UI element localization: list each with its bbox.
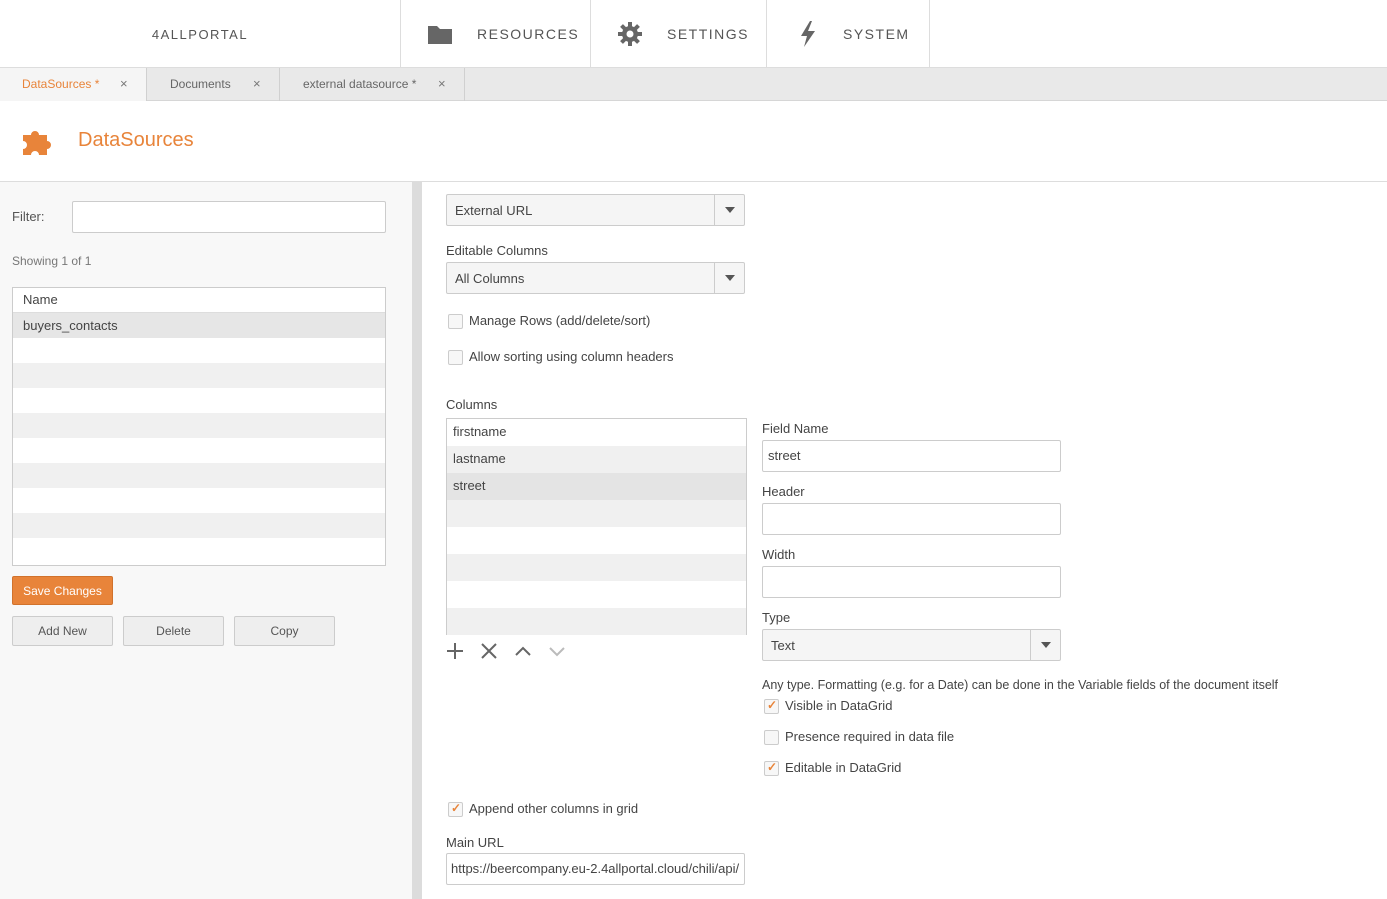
tab-label: external datasource * bbox=[303, 77, 417, 91]
tab-label: DataSources * bbox=[22, 77, 100, 91]
type-label: Type bbox=[762, 610, 791, 625]
append-columns-checkbox[interactable] bbox=[448, 801, 463, 817]
nav-system[interactable]: SYSTEM bbox=[767, 0, 930, 68]
source-type-value: External URL bbox=[455, 203, 533, 218]
columns-label: Columns bbox=[446, 397, 498, 412]
nav-resources[interactable]: RESOURCES bbox=[401, 0, 591, 68]
main-url-input[interactable]: https://beercompany.eu-2.4allportal.clou… bbox=[446, 853, 745, 885]
presence-required-label: Presence required in data file bbox=[785, 729, 955, 744]
type-select[interactable]: Text bbox=[762, 629, 1061, 661]
list-item[interactable]: lastname bbox=[447, 446, 746, 473]
tab-datasources[interactable]: DataSources * × bbox=[0, 68, 147, 101]
list-item-empty bbox=[447, 527, 746, 554]
list-item-empty bbox=[447, 554, 746, 581]
tab-external-datasource[interactable]: external datasource * × bbox=[280, 68, 465, 101]
manage-rows-label: Manage Rows (add/delete/sort) bbox=[469, 313, 651, 328]
showing-count: Showing 1 of 1 bbox=[12, 254, 92, 268]
editable-columns-select[interactable]: All Columns bbox=[446, 262, 745, 294]
header-input[interactable] bbox=[762, 503, 1061, 535]
header-label: Header bbox=[762, 484, 805, 499]
append-columns-label: Append other columns in grid bbox=[469, 801, 639, 816]
main-url-label: Main URL bbox=[446, 835, 504, 850]
chevron-down-icon[interactable] bbox=[714, 195, 744, 225]
gear-icon bbox=[617, 21, 643, 47]
brand-logo[interactable]: 4ALLPORTAL bbox=[0, 0, 401, 68]
move-down-icon[interactable] bbox=[546, 640, 568, 662]
list-item[interactable]: street bbox=[447, 473, 746, 500]
manage-rows-checkbox[interactable] bbox=[448, 314, 463, 329]
columns-list: firstname lastname street bbox=[446, 418, 747, 635]
field-name-label: Field Name bbox=[762, 421, 829, 436]
top-navigation: 4ALLPORTAL RESOURCES SETTINGS SYSTEM bbox=[0, 0, 1387, 68]
page-header: DataSources bbox=[0, 101, 1387, 182]
width-label: Width bbox=[762, 547, 796, 562]
table-row-empty bbox=[13, 488, 385, 513]
editable-columns-value: All Columns bbox=[455, 271, 525, 286]
table-row-empty bbox=[13, 338, 385, 363]
datasource-detail-panel: External URL Editable Columns All Column… bbox=[422, 182, 1387, 899]
puzzle-icon bbox=[20, 127, 56, 157]
table-row-empty bbox=[13, 463, 385, 488]
datasource-grid: Name buyers_contacts bbox=[12, 287, 386, 566]
list-item-empty bbox=[447, 608, 746, 635]
delete-button[interactable]: Delete bbox=[123, 616, 224, 646]
table-row-empty bbox=[13, 538, 385, 563]
close-icon[interactable]: × bbox=[120, 76, 128, 91]
chevron-down-icon[interactable] bbox=[714, 263, 744, 293]
table-row[interactable]: buyers_contacts bbox=[13, 313, 385, 338]
tab-label: Documents bbox=[170, 77, 231, 91]
source-type-select[interactable]: External URL bbox=[446, 194, 745, 226]
list-item-empty bbox=[447, 500, 746, 527]
allow-sorting-label: Allow sorting using column headers bbox=[469, 349, 674, 364]
folder-icon bbox=[427, 21, 453, 47]
filter-label: Filter: bbox=[12, 209, 45, 224]
table-row-empty bbox=[13, 388, 385, 413]
type-hint: Any type. Formatting (e.g. for a Date) c… bbox=[762, 678, 1279, 692]
table-row-empty bbox=[13, 413, 385, 438]
nav-system-label: SYSTEM bbox=[843, 26, 910, 42]
allow-sorting-checkbox[interactable] bbox=[448, 350, 463, 365]
table-row-empty bbox=[13, 513, 385, 538]
editable-columns-label: Editable Columns bbox=[446, 243, 548, 258]
list-item[interactable]: firstname bbox=[447, 419, 746, 446]
datasource-list-panel: Filter: Showing 1 of 1 Name buyers_conta… bbox=[0, 182, 412, 899]
tab-bar: DataSources * × Documents × external dat… bbox=[0, 68, 1387, 101]
tab-documents[interactable]: Documents × bbox=[147, 68, 280, 101]
nav-settings-label: SETTINGS bbox=[667, 26, 750, 42]
panel-splitter[interactable] bbox=[412, 182, 422, 899]
type-value: Text bbox=[771, 638, 795, 653]
lightning-icon bbox=[795, 21, 821, 47]
move-up-icon[interactable] bbox=[512, 640, 534, 662]
visible-in-datagrid-label: Visible in DataGrid bbox=[785, 698, 893, 713]
copy-button[interactable]: Copy bbox=[234, 616, 335, 646]
field-name-input[interactable]: street bbox=[762, 440, 1061, 472]
list-item-empty bbox=[447, 581, 746, 608]
filter-input[interactable] bbox=[72, 201, 386, 233]
table-row-empty bbox=[13, 438, 385, 463]
save-changes-button[interactable]: Save Changes bbox=[12, 576, 113, 605]
presence-required-checkbox[interactable] bbox=[764, 730, 779, 745]
close-icon[interactable]: × bbox=[438, 76, 446, 91]
table-row-empty bbox=[13, 363, 385, 388]
nav-settings[interactable]: SETTINGS bbox=[591, 0, 767, 68]
add-new-button[interactable]: Add New bbox=[12, 616, 113, 646]
editable-in-datagrid-checkbox[interactable] bbox=[764, 760, 779, 776]
visible-in-datagrid-checkbox[interactable] bbox=[764, 698, 779, 714]
width-input[interactable] bbox=[762, 566, 1061, 598]
remove-column-icon[interactable] bbox=[478, 640, 500, 662]
page-title: DataSources bbox=[78, 129, 194, 151]
nav-resources-label: RESOURCES bbox=[477, 26, 580, 42]
add-column-icon[interactable] bbox=[444, 640, 466, 662]
close-icon[interactable]: × bbox=[253, 76, 261, 91]
chevron-down-icon[interactable] bbox=[1030, 630, 1060, 660]
editable-in-datagrid-label: Editable in DataGrid bbox=[785, 760, 902, 775]
column-header-name[interactable]: Name bbox=[13, 288, 385, 313]
